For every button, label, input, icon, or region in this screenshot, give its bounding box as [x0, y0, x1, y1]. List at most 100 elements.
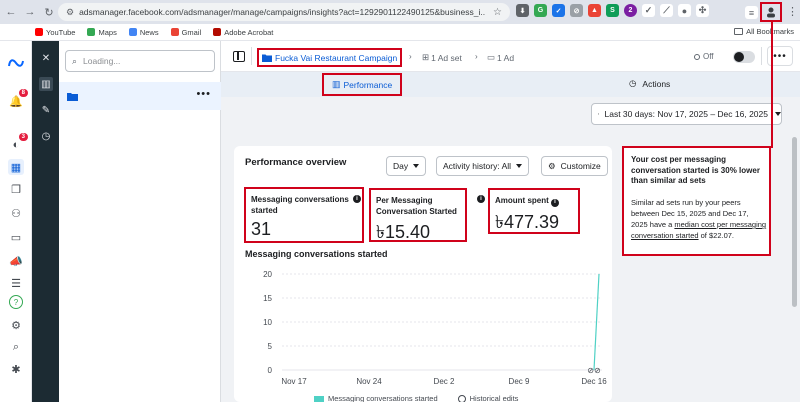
profile-avatar-highlight[interactable] [760, 2, 782, 22]
extension-badge-icon[interactable]: 2 [624, 4, 637, 17]
browser-menu-icon[interactable]: ⋮ [787, 5, 798, 18]
back-icon[interactable]: ← [3, 4, 19, 20]
bookmark-youtube[interactable]: YouTube [35, 28, 75, 37]
metric-label: Amount spent [495, 196, 549, 205]
activity-history-label: Activity history: All [443, 161, 512, 171]
divider [761, 47, 762, 65]
url-text[interactable]: adsmanager.facebook.com/adsmanager/manag… [79, 7, 485, 17]
info-icon[interactable]: i [551, 198, 560, 207]
gmail-icon [170, 28, 179, 36]
forward-icon[interactable]: → [22, 4, 38, 20]
bookmark-adobe[interactable]: Adobe Acrobat [213, 28, 273, 37]
metric-label: Messaging conversations started [251, 195, 349, 215]
audiences-icon[interactable]: ⚇ [8, 205, 24, 221]
adobe-icon [213, 28, 222, 36]
extension-icon[interactable]: ● [678, 4, 691, 17]
metric-cost-per-conversation[interactable]: Per Messaging Conversation Started ৳15.4… [369, 188, 467, 242]
meta-logo-icon[interactable] [8, 55, 24, 71]
reload-icon[interactable]: ↻ [41, 4, 57, 20]
extension-icon[interactable]: ▲ [588, 4, 601, 17]
date-range-picker[interactable]: Last 30 days: Nov 17, 2025 – Dec 16, 202… [591, 103, 782, 125]
notifications-icon[interactable]: 🔔 8 [8, 89, 28, 109]
extension-icon[interactable]: G [534, 4, 547, 17]
ad-label: 1 Ad [497, 52, 515, 63]
extensions-row: ⬇ G ✓ ⊘ ▲ S 2 ✓ ⟋ ● ✣ [516, 4, 709, 17]
chart-legend: Messaging conversations started Historic… [314, 394, 518, 402]
activity-history-dropdown[interactable]: Activity history: All [436, 156, 530, 176]
bookmark-news[interactable]: News [128, 28, 159, 37]
folder-icon [67, 92, 78, 101]
billing-icon[interactable]: ▭ [8, 229, 24, 245]
x-tick-label: Dec 2 [434, 377, 455, 386]
extension-icon[interactable]: ⟋ [660, 4, 673, 17]
news-icon [128, 28, 137, 36]
info-glyph: i [480, 196, 482, 202]
extension-icon[interactable]: S [606, 4, 619, 17]
info-glyph: i [356, 196, 358, 202]
sidebar-toggle-icon[interactable] [233, 51, 245, 62]
all-bookmarks[interactable]: All Bookmarks [734, 27, 794, 36]
media-control-icon[interactable]: ≡ [745, 6, 758, 19]
insight-text: of $22.07. [700, 231, 735, 240]
date-range-label: Last 30 days: Nov 17, 2025 – Dec 16, 202… [604, 109, 768, 119]
pages-icon[interactable]: ❐ [8, 181, 24, 197]
profile-icon [767, 7, 775, 18]
bar-chart-icon: ▥ [332, 79, 341, 89]
chart-icon[interactable]: ▥ [39, 77, 53, 91]
bookmark-maps[interactable]: Maps [87, 28, 117, 37]
help-icon[interactable]: ? [9, 295, 23, 309]
alerts-icon[interactable]: ◐ 3 [8, 133, 28, 153]
day-label: Day [393, 161, 409, 171]
bookmark-gmail[interactable]: Gmail [170, 28, 201, 37]
search-input[interactable]: ⌕ Loading... [65, 50, 215, 72]
tab-actions[interactable]: ◷ Actions [629, 78, 670, 89]
history-clock-icon[interactable]: ◷ [39, 129, 53, 143]
info-icon[interactable]: i [477, 195, 485, 203]
calendar-icon [598, 113, 600, 115]
address-bar[interactable]: ⚙ adsmanager.facebook.com/adsmanager/man… [58, 3, 510, 21]
extension-icon[interactable]: ✓ [642, 4, 655, 17]
bookmark-label: YouTube [46, 27, 76, 37]
search-icon[interactable]: ⌕ [8, 339, 24, 355]
day-dropdown[interactable]: Day [386, 156, 427, 176]
extension-icon[interactable]: ⬇ [516, 4, 529, 17]
insight-body: Similar ad sets run by your peers betwee… [631, 197, 767, 241]
bookmark-star-icon[interactable]: ☆ [493, 7, 502, 18]
status-indicator: Off [694, 52, 714, 61]
legend-item[interactable]: Messaging conversations started [314, 394, 438, 402]
tab-label: Performance [343, 79, 393, 90]
scrollbar[interactable] [790, 97, 800, 402]
all-tools-icon[interactable]: ☰ [8, 275, 24, 291]
close-icon[interactable]: ✕ [39, 51, 53, 65]
historical-edit-marker[interactable]: ⊘⊘ [587, 366, 600, 375]
puzzle-icon[interactable]: ✣ [696, 4, 709, 17]
tab-performance[interactable]: ▥ Performance [322, 73, 403, 96]
scroll-thumb[interactable] [792, 137, 797, 307]
bug-report-icon[interactable]: ✱ [8, 361, 24, 377]
ads-reporting-icon[interactable]: 📣 [8, 253, 24, 269]
metric-label-row: Amount spent i [495, 195, 560, 207]
folder-icon [734, 28, 744, 35]
breadcrumb-campaign[interactable]: Fucka Vai Restaurant Campaign [257, 48, 403, 67]
divider [251, 47, 252, 65]
breadcrumb-adset[interactable]: ⊞ 1 Ad set [422, 52, 462, 63]
youtube-icon [35, 28, 43, 36]
site-info-icon[interactable]: ⚙ [66, 7, 74, 18]
campaign-name: Fucka Vai Restaurant Campaign [275, 52, 398, 63]
breadcrumb-ad[interactable]: ▭ 1 Ad [487, 52, 514, 63]
info-glyph: i [554, 199, 556, 205]
edit-pencil-icon[interactable]: ✎ [39, 103, 53, 117]
campaigns-table-icon[interactable]: ▦ [8, 159, 24, 175]
extension-icon[interactable]: ⊘ [570, 4, 583, 17]
notifications-badge: 8 [18, 89, 28, 97]
info-icon[interactable]: i [353, 195, 361, 203]
legend-item[interactable]: Historical edits [457, 394, 518, 402]
row-more-button[interactable]: ••• [196, 88, 211, 100]
metric-messaging-conversations[interactable]: Messaging conversations started i 31 [244, 187, 364, 243]
metric-amount-spent[interactable]: Amount spent i ৳477.39 [488, 188, 580, 234]
settings-gear-icon[interactable]: ⚙ [8, 317, 24, 333]
customize-button[interactable]: ⚙ Customize [541, 156, 608, 176]
list-item[interactable]: ••• [59, 82, 221, 110]
extension-icon[interactable]: ✓ [552, 4, 565, 17]
campaign-on-off-toggle[interactable] [733, 51, 755, 63]
